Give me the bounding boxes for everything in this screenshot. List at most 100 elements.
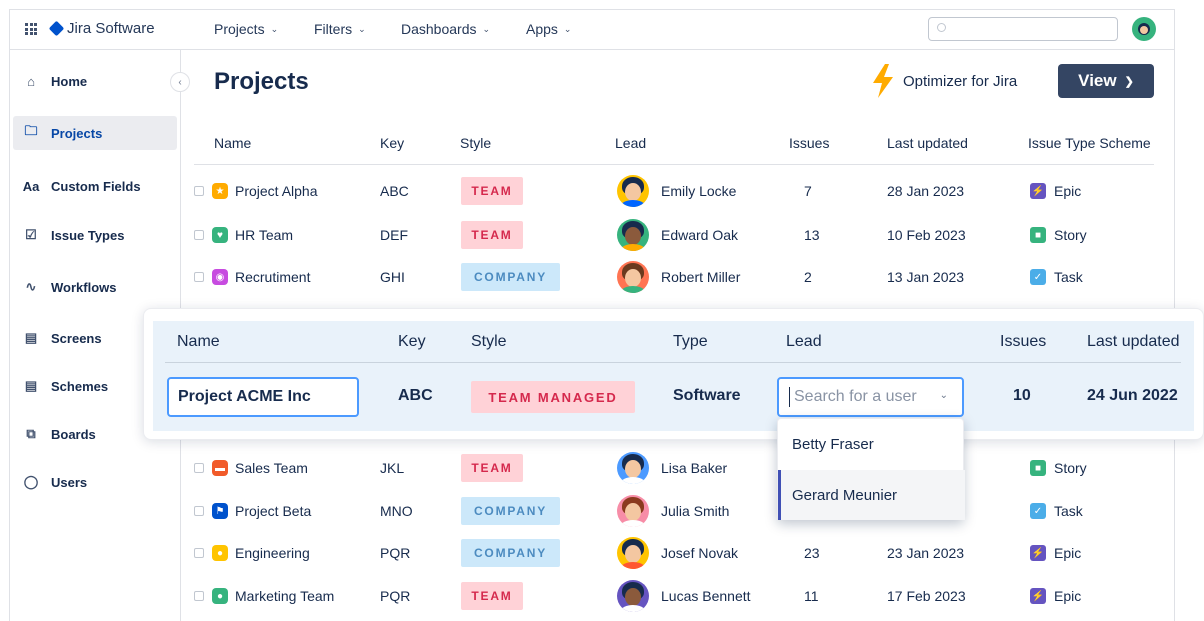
lead-search-input[interactable]: Search for a user ⌄ bbox=[777, 377, 964, 417]
row-checkbox[interactable] bbox=[194, 186, 204, 196]
issue-type-scheme[interactable]: ■ Story bbox=[1030, 221, 1087, 249]
lead-name[interactable]: Josef Novak bbox=[661, 539, 738, 567]
issue-type-scheme[interactable]: ✓ Task bbox=[1030, 497, 1083, 525]
column-header-lead[interactable]: Lead bbox=[615, 135, 646, 151]
lead-avatar bbox=[617, 452, 649, 484]
lead-name[interactable]: Emily Locke bbox=[661, 177, 736, 205]
dropdown-option-highlighted[interactable]: Gerard Meunier bbox=[778, 470, 965, 520]
nav-apps[interactable]: Apps ⌄ bbox=[526, 21, 571, 37]
column-header-style[interactable]: Style bbox=[460, 135, 491, 151]
sidebar-item-users[interactable]: ◯ Users bbox=[13, 465, 177, 499]
sidebar-item-label: Screens bbox=[51, 330, 102, 346]
dropdown-option[interactable]: Betty Fraser bbox=[778, 419, 965, 469]
app-switcher-icon[interactable] bbox=[25, 23, 37, 35]
last-updated: 28 Jan 2023 bbox=[887, 183, 965, 199]
project-name-field[interactable]: Project ACME Inc bbox=[167, 377, 359, 417]
avatar-body bbox=[621, 605, 645, 612]
nav-projects[interactable]: Projects ⌄ bbox=[214, 21, 278, 37]
avatar-face bbox=[625, 503, 641, 521]
search-input[interactable] bbox=[928, 17, 1118, 41]
table-row-name[interactable]: ● Engineering bbox=[194, 539, 310, 567]
avatar-body bbox=[621, 286, 645, 293]
lead-name[interactable]: Lucas Bennett bbox=[661, 582, 751, 610]
style-badge: TEAM bbox=[461, 582, 523, 610]
project-name[interactable]: Project Alpha bbox=[235, 183, 318, 199]
row-checkbox[interactable] bbox=[194, 230, 204, 240]
project-name[interactable]: HR Team bbox=[235, 227, 293, 243]
project-name[interactable]: Sales Team bbox=[235, 460, 308, 476]
issue-type-scheme[interactable]: ✓ Task bbox=[1030, 263, 1083, 291]
home-icon: ⌂ bbox=[27, 73, 35, 89]
issues-count: 2 bbox=[804, 269, 812, 285]
epic-icon: ⚡ bbox=[1030, 545, 1046, 561]
issue-type-scheme[interactable]: ⚡ Epic bbox=[1030, 539, 1081, 567]
overlay-header-key: Key bbox=[398, 333, 426, 350]
header-divider bbox=[194, 164, 1154, 165]
sidebar-item-workflows[interactable]: ∿ Workflows bbox=[13, 270, 177, 304]
lead-name[interactable]: Julia Smith bbox=[661, 497, 729, 525]
table-row-name[interactable]: ⚑ Project Beta bbox=[194, 497, 311, 525]
avatar-face bbox=[625, 269, 641, 287]
lead-avatar bbox=[617, 537, 649, 569]
row-checkbox[interactable] bbox=[194, 506, 204, 516]
sidebar-item-projects[interactable]: 🗀 Projects bbox=[13, 116, 177, 150]
project-name[interactable]: Recrutiment bbox=[235, 269, 310, 285]
issue-type-scheme[interactable]: ⚡ Epic bbox=[1030, 177, 1081, 205]
overlay-header-issues: Issues bbox=[1000, 333, 1047, 350]
user-icon: ◯ bbox=[23, 474, 39, 489]
workflow-icon: ∿ bbox=[25, 279, 37, 294]
column-header-last-updated[interactable]: Last updated bbox=[887, 135, 968, 151]
row-checkbox[interactable] bbox=[194, 548, 204, 558]
lightning-icon bbox=[873, 64, 893, 98]
nav-filters[interactable]: Filters ⌄ bbox=[314, 21, 366, 37]
overlay-header-type: Type bbox=[673, 333, 708, 350]
avatar-face bbox=[625, 588, 641, 606]
sidebar-item-home[interactable]: ⌂ Home bbox=[13, 64, 177, 98]
table-row-name[interactable]: ◉ Recrutiment bbox=[194, 263, 310, 291]
sidebar-collapse-button[interactable]: ‹ bbox=[170, 72, 190, 92]
sidebar-item-issue-types[interactable]: ☑ Issue Types bbox=[13, 218, 177, 252]
project-icon: ♥ bbox=[212, 227, 228, 243]
project-icon: ● bbox=[212, 588, 228, 604]
column-header-key[interactable]: Key bbox=[380, 135, 404, 151]
lead-name[interactable]: Lisa Baker bbox=[661, 454, 727, 482]
issue-type-scheme[interactable]: ■ Story bbox=[1030, 454, 1087, 482]
lead-name[interactable]: Robert Miller bbox=[661, 263, 740, 291]
task-icon: ✓ bbox=[1030, 269, 1046, 285]
row-checkbox[interactable] bbox=[194, 591, 204, 601]
issue-type-label: Story bbox=[1054, 460, 1087, 476]
lead-name[interactable]: Edward Oak bbox=[661, 221, 738, 249]
table-row-name[interactable]: ▬ Sales Team bbox=[194, 454, 308, 482]
sidebar-item-custom-fields[interactable]: Aa Custom Fields bbox=[13, 169, 177, 203]
user-avatar[interactable] bbox=[1132, 17, 1156, 41]
table-row-name[interactable]: ♥ HR Team bbox=[194, 221, 293, 249]
nav-label: Filters bbox=[314, 21, 353, 37]
project-icon: ⚑ bbox=[212, 503, 228, 519]
chevron-down-icon[interactable]: ⌄ bbox=[940, 390, 948, 401]
app-name: Jira Software bbox=[67, 20, 155, 37]
project-name[interactable]: Engineering bbox=[235, 545, 310, 561]
table-row-name[interactable]: ● Marketing Team bbox=[194, 582, 334, 610]
project-name[interactable]: Marketing Team bbox=[235, 588, 334, 604]
chevron-down-icon: ❯ bbox=[1124, 75, 1134, 88]
nav-label: Dashboards bbox=[401, 21, 477, 37]
view-button[interactable]: View ❯ bbox=[1058, 64, 1154, 98]
issue-type-scheme[interactable]: ⚡ Epic bbox=[1030, 582, 1081, 610]
chevron-down-icon: ⌄ bbox=[563, 23, 572, 34]
project-key-value: ABC bbox=[398, 387, 433, 404]
last-updated-value: 24 Jun 2022 bbox=[1087, 387, 1178, 404]
column-header-name[interactable]: Name bbox=[214, 135, 251, 151]
column-header-issues[interactable]: Issues bbox=[789, 135, 829, 151]
jira-logo[interactable]: Jira Software bbox=[48, 20, 155, 37]
column-header-issue-type-scheme[interactable]: Issue Type Scheme bbox=[1028, 135, 1151, 151]
task-icon: ✓ bbox=[1030, 503, 1046, 519]
project-name[interactable]: Project Beta bbox=[235, 503, 311, 519]
row-checkbox[interactable] bbox=[194, 272, 204, 282]
project-key: ABC bbox=[380, 183, 409, 199]
row-checkbox[interactable] bbox=[194, 463, 204, 473]
table-row-name[interactable]: ★ Project Alpha bbox=[194, 177, 318, 205]
nav-dashboards[interactable]: Dashboards ⌄ bbox=[401, 21, 490, 37]
project-name-value: Project ACME Inc bbox=[178, 388, 311, 405]
issues-count: 11 bbox=[804, 588, 819, 604]
style-badge: TEAM MANAGED bbox=[471, 381, 635, 413]
